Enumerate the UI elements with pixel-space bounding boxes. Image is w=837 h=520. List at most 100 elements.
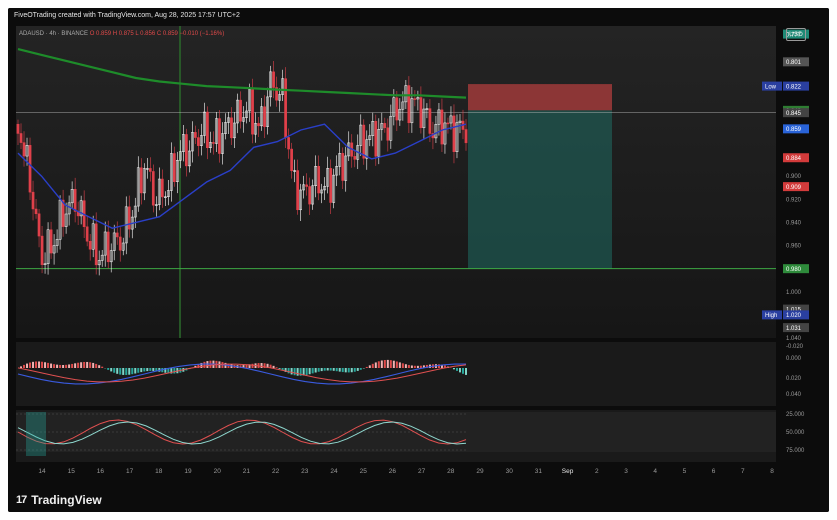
x-tick-label: 17: [126, 468, 134, 475]
candle-body: [308, 186, 312, 205]
macd-bar: [287, 368, 290, 374]
macd-bar: [452, 368, 455, 370]
macd-bar: [173, 368, 176, 374]
candle-body: [40, 235, 44, 265]
candle-body: [374, 121, 378, 157]
price-tick-label: 0.900: [786, 174, 802, 180]
candle-body: [148, 168, 152, 172]
macd-bar: [380, 360, 383, 368]
macd-bar: [413, 365, 416, 368]
watermark-caption: FiveOTrading created with TradingView.co…: [14, 12, 240, 19]
macd-bar: [368, 365, 371, 368]
macd-bar: [71, 363, 74, 368]
candle-body: [239, 99, 242, 122]
x-tick-label: 26: [389, 468, 397, 475]
candle-body: [407, 85, 411, 124]
candle-body: [329, 168, 333, 203]
macd-bar: [107, 368, 110, 370]
macd-bar: [410, 365, 413, 368]
macd-bar: [20, 366, 23, 368]
macd-tick-label: 0.040: [786, 392, 802, 398]
macd-bar: [47, 362, 50, 368]
macd-bar: [50, 363, 53, 368]
chart-frame: 0.7770.8010.8430.8450.8590.8840.9000.920…: [8, 8, 829, 512]
x-tick-label: 24: [330, 468, 338, 475]
candle-body: [194, 132, 197, 138]
macd-bar: [77, 362, 80, 368]
candle-body: [446, 122, 450, 125]
macd-bar: [128, 368, 131, 375]
stoch-tick-label: 50.000: [786, 430, 805, 436]
macd-bar: [44, 362, 47, 368]
price-tick-label: 0.940: [786, 220, 802, 226]
macd-bar: [278, 368, 281, 369]
candle-body: [383, 123, 387, 129]
chart-canvas[interactable]: 0.7770.8010.8430.8450.8590.8840.9000.920…: [8, 8, 829, 486]
macd-bar: [305, 368, 308, 375]
candle-body: [151, 171, 155, 206]
macd-bar: [35, 361, 38, 368]
macd-bar: [293, 368, 296, 376]
candle-body: [419, 97, 423, 129]
candle-body: [296, 170, 299, 211]
macd-bar: [365, 366, 368, 368]
macd-bar: [374, 362, 377, 368]
macd-bar: [95, 363, 98, 368]
candle-body: [172, 153, 176, 182]
price-tag-label: 1.031: [786, 326, 802, 332]
macd-bar: [314, 368, 317, 373]
price-tag-label: 0.909: [786, 185, 802, 191]
macd-bar: [308, 368, 311, 375]
macd-bar: [320, 368, 323, 372]
macd-bar: [350, 368, 353, 373]
macd-bar: [416, 365, 419, 368]
macd-bar: [152, 368, 155, 371]
macd-bar: [143, 368, 146, 372]
macd-bar: [311, 368, 314, 374]
candle-body: [440, 109, 444, 145]
candle-body: [341, 153, 345, 181]
candle-body: [284, 78, 287, 138]
macd-bar: [461, 368, 464, 374]
x-tick-label: 2: [595, 468, 599, 475]
macd-bar: [329, 368, 332, 371]
macd-bar: [335, 368, 338, 372]
candle-body: [37, 213, 41, 237]
macd-bar: [56, 364, 59, 368]
macd-bar: [116, 368, 119, 374]
candle-body: [206, 111, 209, 148]
candle-body: [464, 129, 468, 144]
x-tick-label: Sep: [562, 468, 574, 475]
macd-bar: [347, 368, 350, 373]
macd-bar: [371, 363, 374, 368]
macd-bar: [101, 366, 104, 368]
currency-button[interactable]: USD: [786, 28, 806, 41]
tradingview-brand[interactable]: 17 TradingView: [16, 493, 102, 507]
macd-bar: [290, 368, 293, 375]
macd-bar: [377, 361, 380, 368]
candle-body: [452, 115, 456, 152]
macd-bar: [122, 368, 125, 375]
macd-bar: [89, 362, 92, 368]
candle-body: [22, 142, 26, 157]
x-tick-label: 31: [535, 468, 543, 475]
x-tick-label: 29: [476, 468, 484, 475]
candle-body: [251, 89, 254, 135]
macd-bar: [395, 361, 398, 368]
candle-body: [305, 184, 308, 187]
macd-bar: [386, 359, 389, 368]
macd-bar: [389, 360, 392, 368]
macd-bar: [341, 368, 344, 373]
x-tick-label: 22: [272, 468, 280, 475]
x-tick-label: 16: [97, 468, 105, 475]
x-tick-label: 15: [68, 468, 76, 475]
x-tick-label: 30: [506, 468, 514, 475]
macd-bar: [272, 365, 275, 368]
macd-bar: [317, 368, 320, 372]
price-tick-label: 0.960: [786, 244, 802, 250]
macd-bar: [113, 368, 116, 373]
macd-bar: [65, 364, 68, 368]
symbol-legend[interactable]: ADAUSD · 4h · BINANCE O 0.859 H 0.875 L …: [19, 31, 224, 37]
candle-body: [218, 118, 221, 154]
price-tick-label: 1.000: [786, 290, 802, 296]
